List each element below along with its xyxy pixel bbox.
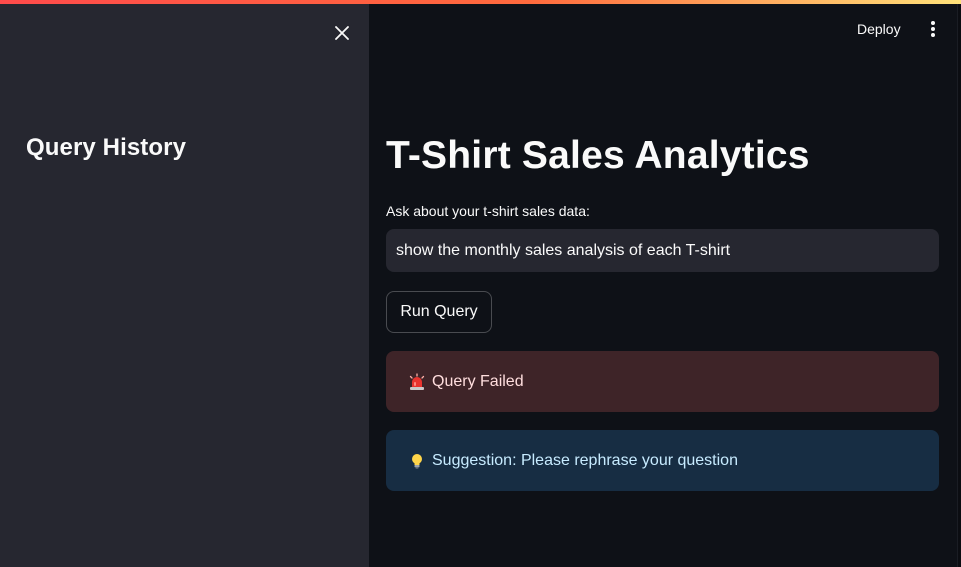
page-title: T-Shirt Sales Analytics	[386, 134, 810, 177]
main-menu-button[interactable]	[922, 17, 944, 41]
query-input-label: Ask about your t-shirt sales data:	[386, 203, 590, 219]
deploy-button[interactable]: Deploy	[849, 16, 909, 42]
error-text: Query Failed	[432, 372, 524, 390]
close-icon	[335, 26, 349, 40]
close-sidebar-button[interactable]	[330, 21, 354, 45]
info-text: Suggestion: Please rephrase your questio…	[432, 451, 738, 469]
rotating-light-icon	[408, 372, 426, 391]
sidebar-title: Query History	[26, 134, 187, 161]
run-query-button[interactable]: Run Query	[386, 291, 492, 333]
error-alert: Query Failed	[386, 351, 939, 412]
top-accent-bar	[0, 0, 961, 4]
query-input[interactable]	[386, 229, 939, 272]
info-alert: Suggestion: Please rephrase your questio…	[386, 430, 939, 491]
light-bulb-icon	[408, 452, 426, 470]
streamlit-app: Query History Deploy T-Shirt Sales Analy…	[0, 0, 961, 567]
vertical-dots-icon	[931, 21, 935, 37]
scrollbar[interactable]	[957, 0, 961, 567]
sidebar: Query History	[0, 0, 369, 567]
